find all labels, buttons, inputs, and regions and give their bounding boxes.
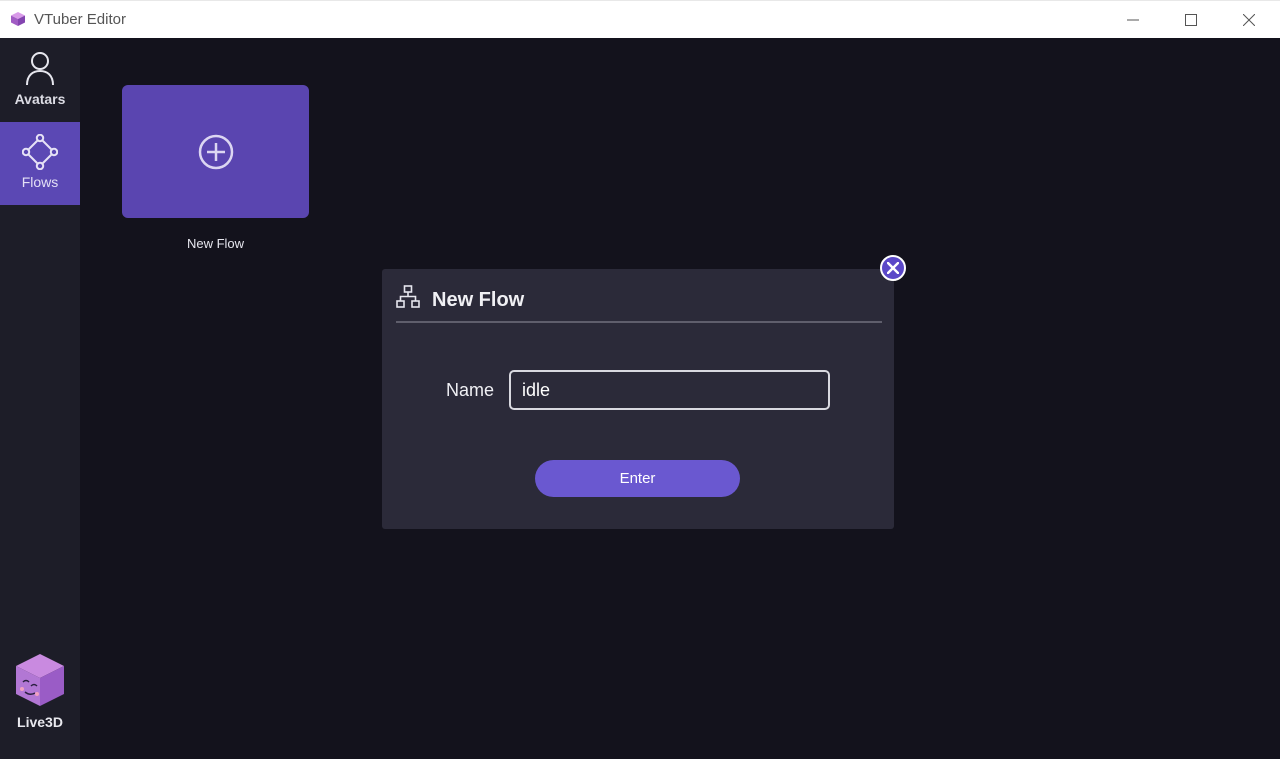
close-window-button[interactable] xyxy=(1220,1,1278,39)
dialog-close-button[interactable] xyxy=(880,255,906,281)
minimize-button[interactable] xyxy=(1104,1,1162,39)
title-bar: VTuber Editor xyxy=(0,0,1280,38)
cube-logo-icon xyxy=(16,654,64,706)
enter-button[interactable]: Enter xyxy=(535,460,740,497)
maximize-icon xyxy=(1185,14,1197,26)
new-flow-dialog: New Flow Name Enter xyxy=(382,269,894,529)
sidebar-item-label: Avatars xyxy=(14,91,66,107)
close-icon xyxy=(887,262,899,274)
user-icon xyxy=(26,52,54,86)
brand-label: Live3D xyxy=(17,714,63,730)
dialog-header: New Flow xyxy=(396,283,882,323)
maximize-button[interactable] xyxy=(1162,1,1220,39)
flow-name-input[interactable] xyxy=(509,370,830,410)
close-window-icon xyxy=(1243,14,1255,26)
new-flow-card[interactable] xyxy=(122,85,309,218)
sidebar-item-label: Flows xyxy=(21,174,59,190)
window-title: VTuber Editor xyxy=(34,11,126,28)
sidebar: Avatars Flows Live3D xyxy=(0,38,80,759)
brand-logo[interactable]: Live3D xyxy=(0,652,80,730)
minimize-icon xyxy=(1127,19,1139,21)
hierarchy-icon xyxy=(396,285,420,314)
flow-nodes-icon xyxy=(22,134,58,170)
dialog-title: New Flow xyxy=(432,289,525,311)
new-flow-caption: New Flow xyxy=(186,236,245,251)
name-label: Name xyxy=(446,380,495,400)
plus-circle-icon xyxy=(198,134,233,169)
sidebar-item-avatars[interactable]: Avatars xyxy=(0,38,80,121)
sidebar-item-flows[interactable]: Flows xyxy=(0,122,80,205)
app-logo-icon xyxy=(10,11,26,27)
